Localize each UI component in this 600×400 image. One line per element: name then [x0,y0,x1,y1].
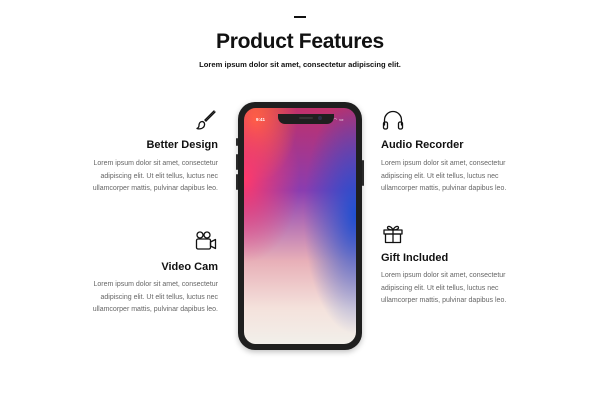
feature-description: Lorem ipsum dolor sit amet, consectetur … [90,279,218,317]
phone-side-button [362,160,364,186]
description-line: ullamcorper mattis, pulvinar dapibus leo… [381,297,507,304]
feature-title: Video Cam [161,261,218,273]
paintbrush-icon [194,108,218,132]
feature-gift-included: Gift Included Lorem ipsum dolor sit amet… [381,221,509,311]
feature-audio-recorder: Audio Recorder Lorem ipsum dolor sit ame… [381,108,509,198]
feature-title: Better Design [146,139,218,151]
description-line: Lorem ipsum dolor sit amet, consectetur [381,272,506,279]
description-line: ullamcorper mattis, pulvinar dapibus leo… [92,306,218,313]
phone-mockup: 9:41 ▮▮ ◠ ▭ [236,102,364,350]
description-line: ullamcorper mattis, pulvinar dapibus leo… [92,185,218,192]
feature-description: Lorem ipsum dolor sit amet, consectetur … [90,158,218,196]
page-title: Product Features [216,30,384,53]
gift-icon [381,221,405,245]
page-subtitle: Lorem ipsum dolor sit amet, consectetur … [199,60,401,69]
phone-side-button [236,154,238,170]
description-line: ullamcorper mattis, pulvinar dapibus leo… [381,185,507,192]
headphones-icon [381,108,405,132]
description-line: Lorem ipsum dolor sit amet, consectetur [93,160,219,167]
feature-video-cam: Video Cam Lorem ipsum dolor sit amet, co… [90,229,218,319]
description-line: adipiscing elit. Ut elit tellus, luctus … [100,172,219,180]
phone-notch [278,114,334,124]
phone-speaker [299,117,313,119]
feature-description: Lorem ipsum dolor sit amet, consectetur … [381,158,509,196]
feature-title: Gift Included [381,252,449,264]
phone-screen-wallpaper: 9:41 ▮▮ ◠ ▭ [244,108,356,344]
description-line: adipiscing elit. Ut elit tellus, luctus … [100,293,219,301]
phone-camera [318,116,322,120]
feature-description: Lorem ipsum dolor sit amet, consectetur … [381,270,509,308]
phone-side-button [236,138,238,146]
description-line: Lorem ipsum dolor sit amet, consectetur [381,160,506,167]
phone-side-button [236,174,238,190]
feature-title: Audio Recorder [381,139,464,151]
description-line: adipiscing elit. Ut elit tellus, luctus … [381,284,499,292]
feature-better-design: Better Design Lorem ipsum dolor sit amet… [90,108,218,198]
description-line: Lorem ipsum dolor sit amet, consectetur [93,281,219,288]
title-dash-divider [294,16,306,18]
status-bar-time: 9:41 [256,117,266,122]
video-camera-icon [194,229,218,253]
description-line: adipiscing elit. Ut elit tellus, luctus … [381,172,499,180]
